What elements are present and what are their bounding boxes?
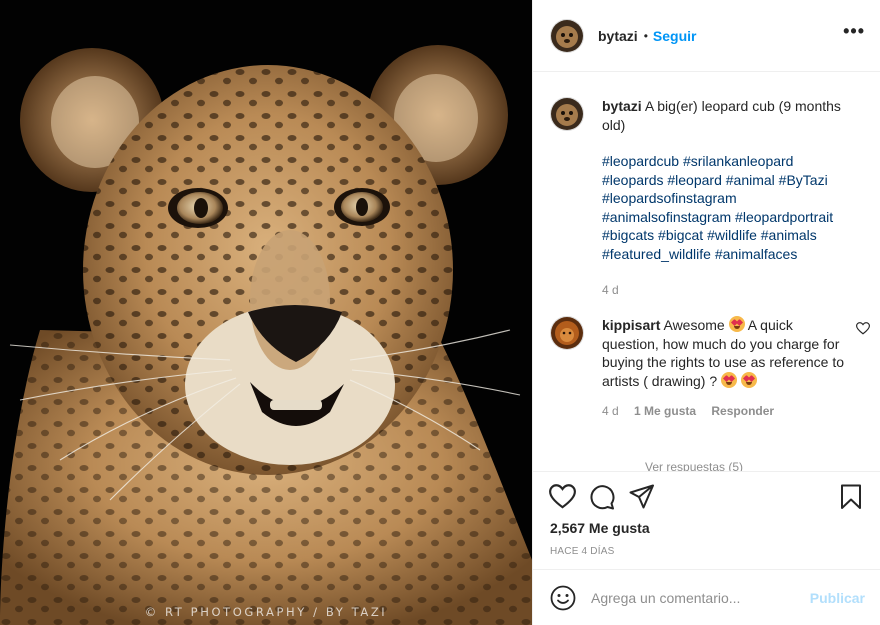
post-header: bytazi • Seguir ••• <box>533 0 880 72</box>
post-actions: 2,567 Me gusta HACE 4 DÍAS <box>533 471 880 568</box>
author-username[interactable]: bytazi <box>598 28 638 44</box>
post-photo[interactable]: © RT PHOTOGRAPHY / BY TAZI <box>0 0 532 625</box>
caption-hashtags[interactable]: #leopardcub #srilankanleopard #leopards … <box>602 152 850 263</box>
like-comment-icon[interactable] <box>856 322 870 335</box>
photo-watermark: © RT PHOTOGRAPHY / BY TAZI <box>144 605 388 619</box>
leopard-image <box>0 0 532 625</box>
heart-eyes-emoji-icon <box>721 371 738 388</box>
comments-list[interactable]: bytazi A big(er) leopard cub (9 months o… <box>533 73 880 471</box>
publish-button[interactable]: Publicar <box>810 590 865 606</box>
comment-input[interactable] <box>591 587 801 609</box>
comment-meta: 4 d 1 Me gusta Responder <box>602 402 850 421</box>
caption-body: bytazi A big(er) leopard cub (9 months o… <box>602 97 850 300</box>
heart-eyes-emoji-icon <box>740 371 757 388</box>
post-side-panel: bytazi • Seguir ••• bytazi A big(er) leo… <box>532 0 880 625</box>
comment-username[interactable]: kippisart <box>602 317 660 333</box>
like-heart-icon[interactable] <box>549 484 576 509</box>
comment-likes[interactable]: 1 Me gusta <box>634 404 696 418</box>
leopard-avatar-icon <box>551 19 583 52</box>
view-replies-link[interactable]: Ver respuestas (5) <box>645 460 743 471</box>
comment-time[interactable]: 4 d <box>602 404 619 418</box>
caption-username[interactable]: bytazi <box>602 98 642 114</box>
post-date[interactable]: HACE 4 DÍAS <box>550 546 614 557</box>
caption-time[interactable]: 4 d <box>602 281 850 300</box>
share-paper-plane-icon[interactable] <box>629 484 655 509</box>
leopard-avatar-icon <box>551 98 583 130</box>
emoji-smile-icon[interactable] <box>550 585 576 611</box>
comment-text-1: Awesome <box>663 317 725 333</box>
save-bookmark-icon[interactable] <box>840 484 862 510</box>
follow-button[interactable]: Seguir <box>653 28 697 44</box>
caption-avatar[interactable] <box>550 97 584 131</box>
commenter-avatar[interactable] <box>550 316 584 350</box>
lion-avatar-icon <box>551 317 583 349</box>
header-separator: • <box>643 28 648 43</box>
instagram-post: © RT PHOTOGRAPHY / BY TAZI bytazi • Segu… <box>0 0 880 625</box>
add-comment-bar: Publicar <box>533 569 880 625</box>
heart-eyes-emoji-icon <box>728 316 745 332</box>
more-options-icon[interactable]: ••• <box>843 22 865 40</box>
comment-body: kippisart Awesome A quick question, how … <box>602 316 850 421</box>
reply-button[interactable]: Responder <box>711 404 774 418</box>
likes-count[interactable]: 2,567 Me gusta <box>550 520 650 536</box>
author-avatar[interactable] <box>550 18 584 53</box>
comment-bubble-icon[interactable] <box>589 484 615 510</box>
